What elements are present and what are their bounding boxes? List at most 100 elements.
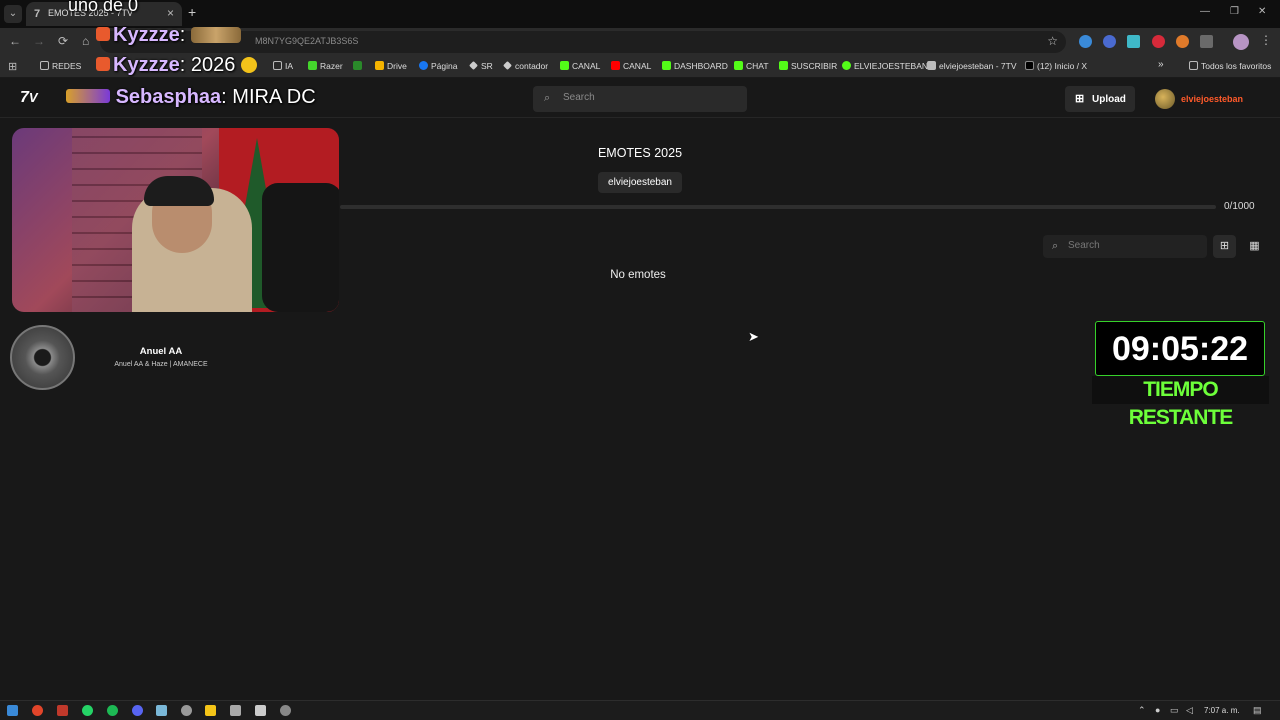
7tv-extension-icon[interactable] bbox=[1127, 35, 1140, 48]
countdown-label: TIEMPO RESTANTE bbox=[1092, 376, 1269, 429]
apps-grid-icon[interactable]: ⊞ bbox=[8, 60, 17, 73]
extensions-puzzle-icon[interactable] bbox=[1200, 35, 1213, 48]
grid-small-icon: ▦ bbox=[1249, 240, 1260, 252]
chrome-taskbar-icon[interactable] bbox=[32, 705, 43, 716]
file-explorer-taskbar-icon[interactable] bbox=[205, 705, 216, 716]
chat-text: MIRA DC bbox=[232, 86, 316, 108]
taskbar-clock[interactable]: 7:07 a. m. bbox=[1204, 706, 1240, 715]
diamond-icon bbox=[503, 61, 512, 70]
whatsapp-taskbar-icon[interactable] bbox=[82, 705, 93, 716]
kick-icon bbox=[662, 61, 671, 70]
extension-icon[interactable] bbox=[1103, 35, 1116, 48]
bookmark-7tv[interactable]: elviejoesteban - 7TV bbox=[927, 61, 1017, 71]
forward-button[interactable]: → bbox=[33, 34, 45, 48]
profile-avatar[interactable] bbox=[1233, 34, 1249, 50]
app-taskbar-icon[interactable] bbox=[57, 705, 68, 716]
chat-separator: : bbox=[179, 24, 186, 46]
compact-view-button[interactable]: ▦ bbox=[1243, 235, 1266, 258]
emote-set-owner[interactable]: elviejoesteban bbox=[598, 172, 682, 193]
chat-message: Kyzzze: 2026 bbox=[96, 54, 257, 76]
bookmark-leaf[interactable] bbox=[353, 61, 365, 71]
extension-icon[interactable] bbox=[1079, 35, 1092, 48]
network-icon[interactable]: ▭ bbox=[1170, 705, 1179, 716]
folder-icon bbox=[1189, 61, 1198, 70]
close-window-button[interactable]: ✕ bbox=[1258, 6, 1266, 17]
now-playing-widget: Anuel AA Anuel AA & Haze | AMANECE bbox=[10, 325, 230, 391]
address-bar[interactable]: M8N7YG9QE2ATJB3S6S ☆ bbox=[100, 31, 1066, 53]
app-taskbar-icon[interactable] bbox=[255, 705, 266, 716]
chat-text: 2026 bbox=[190, 54, 236, 76]
kick-icon bbox=[779, 61, 788, 70]
upload-label: Upload bbox=[1092, 94, 1126, 105]
home-button[interactable]: ⌂ bbox=[82, 34, 89, 48]
bookmark-canal-youtube[interactable]: CANAL bbox=[611, 61, 651, 71]
reload-button[interactable]: ⟳ bbox=[58, 34, 68, 48]
bookmark-dashboard[interactable]: DASHBOARD bbox=[662, 61, 728, 71]
spotify-taskbar-icon[interactable] bbox=[107, 705, 118, 716]
bookmark-x[interactable]: (12) Inicio / X bbox=[1025, 61, 1087, 71]
chat-separator: : bbox=[179, 54, 186, 76]
all-bookmarks-folder[interactable]: Todos los favoritos bbox=[1189, 61, 1271, 71]
minimize-window-button[interactable]: — bbox=[1200, 6, 1210, 17]
new-tab-button[interactable]: + bbox=[188, 4, 196, 20]
7tv-logo[interactable]: 7V bbox=[20, 89, 38, 107]
obs-taskbar-icon[interactable] bbox=[181, 705, 192, 716]
capacity-progress-bar bbox=[340, 205, 1216, 209]
bookmark-canal-kick[interactable]: CANAL bbox=[560, 61, 600, 71]
more-bookmarks-icon[interactable]: » bbox=[1158, 59, 1164, 70]
emote-set-title: EMOTES 2025 bbox=[597, 146, 683, 160]
folder-icon bbox=[40, 61, 49, 70]
windows-taskbar: ⌃ ● ▭ ◁ 7:07 a. m. ▤ bbox=[0, 700, 1280, 720]
bookmark-sr[interactable]: SR bbox=[469, 61, 493, 71]
address-bar-url: M8N7YG9QE2ATJB3S6S bbox=[255, 36, 359, 46]
countdown-value: 09:05:22 bbox=[1111, 330, 1249, 368]
overlay-top-line: uno de 0 bbox=[68, 0, 139, 15]
kick-icon bbox=[734, 61, 743, 70]
back-button[interactable]: ← bbox=[9, 34, 21, 48]
volume-icon[interactable]: ◁ bbox=[1186, 705, 1193, 716]
bookmark-razer[interactable]: Razer bbox=[308, 61, 343, 71]
app-taskbar-icon[interactable] bbox=[156, 705, 167, 716]
bookmark-chat[interactable]: CHAT bbox=[734, 61, 769, 71]
user-name[interactable]: elviejoesteban bbox=[1181, 94, 1243, 104]
chat-username: Sebasphaa bbox=[115, 86, 222, 108]
browser-menu-icon[interactable]: ⋮ bbox=[1260, 33, 1272, 47]
bookmark-ia[interactable]: IA bbox=[273, 61, 293, 71]
header-search[interactable]: ⌕ bbox=[533, 86, 747, 112]
bookmark-contador[interactable]: contador bbox=[503, 61, 548, 71]
bookmark-pagina[interactable]: Página bbox=[419, 61, 457, 71]
chat-emote-icon bbox=[190, 27, 241, 43]
emote-search-input[interactable] bbox=[1068, 240, 1198, 251]
bookmark-suscribir[interactable]: SUSCRIBIR bbox=[779, 61, 837, 71]
tray-overflow-icon[interactable]: ⌃ bbox=[1138, 705, 1146, 716]
chat-badge-icon bbox=[96, 27, 110, 41]
upload-icon: ⊞ bbox=[1075, 93, 1085, 105]
header-search-input[interactable] bbox=[563, 92, 733, 103]
tab-search-button[interactable]: ⌄ bbox=[4, 5, 22, 23]
bookmark-redes[interactable]: REDES bbox=[40, 61, 81, 71]
app-taskbar-icon[interactable] bbox=[230, 705, 241, 716]
bookmark-elviejoesteban[interactable]: ELVIEJOESTEBAN bbox=[842, 61, 928, 71]
user-avatar[interactable] bbox=[1155, 89, 1175, 109]
grid-view-button[interactable]: ⊞ bbox=[1213, 235, 1236, 258]
start-button-icon[interactable] bbox=[7, 705, 18, 716]
facebook-icon bbox=[419, 61, 428, 70]
tab-close-icon[interactable]: × bbox=[167, 6, 174, 20]
chat-badges-icon bbox=[66, 89, 110, 103]
upload-button[interactable]: ⊞ Upload bbox=[1065, 86, 1135, 112]
app-taskbar-icon[interactable] bbox=[280, 705, 291, 716]
notifications-icon[interactable]: ▤ bbox=[1253, 705, 1262, 716]
emote-search[interactable]: ⌕ bbox=[1043, 235, 1207, 258]
discord-taskbar-icon[interactable] bbox=[132, 705, 143, 716]
leaf-icon bbox=[353, 61, 362, 70]
extension-icon[interactable] bbox=[1176, 35, 1189, 48]
chat-emoji-icon bbox=[240, 57, 257, 73]
microphone-icon[interactable]: ● bbox=[1155, 705, 1160, 715]
restore-window-button[interactable]: ❐ bbox=[1230, 6, 1239, 17]
bookmark-star-icon[interactable]: ☆ bbox=[1047, 34, 1058, 48]
now-playing-artist: Anuel AA bbox=[139, 346, 183, 357]
chat-message: Kyzzze: bbox=[96, 24, 241, 46]
extension-icon[interactable] bbox=[1152, 35, 1165, 48]
webcam-overlay bbox=[12, 128, 339, 312]
bookmark-drive[interactable]: Drive bbox=[375, 61, 407, 71]
